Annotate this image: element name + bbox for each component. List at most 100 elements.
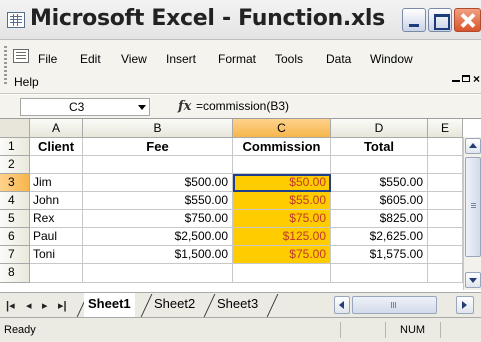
row-header-6[interactable]: 6 bbox=[0, 228, 30, 246]
cell-d7[interactable]: $1,575.00 bbox=[331, 246, 428, 264]
cell-d1[interactable]: Total bbox=[331, 138, 428, 156]
menu-data[interactable]: Data bbox=[326, 52, 351, 66]
cell-b6[interactable]: $2,500.00 bbox=[83, 228, 233, 246]
status-divider bbox=[385, 322, 386, 338]
status-bar: Ready NUM bbox=[0, 318, 481, 342]
menu-edit[interactable]: Edit bbox=[80, 52, 101, 66]
row-header-8[interactable]: 8 bbox=[0, 264, 30, 283]
column-header-b[interactable]: B bbox=[83, 119, 233, 138]
cell-d2[interactable] bbox=[331, 156, 428, 174]
row-header-5[interactable]: 5 bbox=[0, 210, 30, 228]
cell-b7[interactable]: $1,500.00 bbox=[83, 246, 233, 264]
menu-file[interactable]: File bbox=[38, 52, 57, 66]
insert-function-icon[interactable]: fx bbox=[178, 99, 191, 114]
column-header-d[interactable]: D bbox=[331, 119, 428, 138]
prev-sheet-icon[interactable]: ◂ bbox=[26, 299, 32, 312]
cell-c3-active[interactable]: $50.00 bbox=[233, 174, 331, 192]
cell-a3[interactable]: Jim bbox=[30, 174, 83, 192]
horizontal-scroll-thumb[interactable] bbox=[352, 296, 437, 314]
cell-a8[interactable] bbox=[30, 264, 83, 283]
close-button[interactable] bbox=[454, 8, 481, 32]
window-title: Microsoft Excel - Function.xls bbox=[30, 6, 385, 31]
tab-sheet3[interactable]: Sheet3 bbox=[213, 293, 262, 317]
cell-c6[interactable]: $125.00 bbox=[233, 228, 331, 246]
cell-e3[interactable] bbox=[428, 174, 463, 192]
horizontal-scrollbar[interactable] bbox=[334, 296, 474, 314]
cell-c2[interactable] bbox=[233, 156, 331, 174]
cell-e7[interactable] bbox=[428, 246, 463, 264]
column-header-a[interactable]: A bbox=[30, 119, 83, 138]
cell-b1[interactable]: Fee bbox=[83, 138, 233, 156]
cell-b5[interactable]: $750.00 bbox=[83, 210, 233, 228]
cell-e4[interactable] bbox=[428, 192, 463, 210]
workbook-minimize-icon[interactable] bbox=[452, 80, 460, 82]
menu-tools[interactable]: Tools bbox=[275, 52, 303, 66]
row-header-7[interactable]: 7 bbox=[0, 246, 30, 264]
cell-a2[interactable] bbox=[30, 156, 83, 174]
cell-e6[interactable] bbox=[428, 228, 463, 246]
cell-e5[interactable] bbox=[428, 210, 463, 228]
cell-d5[interactable]: $825.00 bbox=[331, 210, 428, 228]
cell-c1[interactable]: Commission bbox=[233, 138, 331, 156]
tab-sheet1[interactable]: Sheet1 bbox=[84, 293, 135, 317]
column-header-c[interactable]: C bbox=[233, 119, 331, 138]
cell-a6[interactable]: Paul bbox=[30, 228, 83, 246]
menu-insert[interactable]: Insert bbox=[166, 52, 196, 66]
workbook-icon[interactable] bbox=[13, 49, 29, 63]
title-bar: Microsoft Excel - Function.xls bbox=[0, 0, 481, 40]
scroll-up-arrow-icon[interactable] bbox=[465, 138, 481, 154]
vertical-scrollbar[interactable] bbox=[463, 137, 481, 290]
cell-b8[interactable] bbox=[83, 264, 233, 283]
column-header-e[interactable]: E bbox=[428, 119, 463, 138]
menu-help[interactable]: Help bbox=[14, 75, 39, 89]
menu-view[interactable]: View bbox=[121, 52, 147, 66]
scroll-right-arrow-icon[interactable] bbox=[456, 296, 474, 314]
name-box[interactable]: C3 bbox=[20, 98, 150, 116]
menu-window[interactable]: Window bbox=[370, 52, 413, 66]
cell-e1[interactable] bbox=[428, 138, 463, 156]
workbook-restore-icon[interactable] bbox=[462, 75, 470, 82]
cell-e8[interactable] bbox=[428, 264, 463, 283]
formula-input[interactable]: =commission(B3) bbox=[196, 99, 289, 113]
cell-a1[interactable]: Client bbox=[30, 138, 83, 156]
name-box-dropdown-icon[interactable] bbox=[138, 105, 146, 110]
cell-c5[interactable]: $75.00 bbox=[233, 210, 331, 228]
cell-a5[interactable]: Rex bbox=[30, 210, 83, 228]
first-sheet-icon[interactable]: |◂ bbox=[6, 299, 15, 312]
cell-d4[interactable]: $605.00 bbox=[331, 192, 428, 210]
formula-bar: C3 fx =commission(B3) bbox=[0, 95, 481, 119]
row-header-4[interactable]: 4 bbox=[0, 192, 30, 210]
workbook-close-icon[interactable]: × bbox=[473, 72, 480, 86]
menu-format[interactable]: Format bbox=[218, 52, 256, 66]
excel-app-icon[interactable] bbox=[7, 12, 25, 28]
toolbar-grip-icon[interactable] bbox=[4, 46, 7, 86]
status-divider bbox=[440, 322, 441, 338]
status-divider bbox=[340, 322, 341, 338]
cell-b4[interactable]: $550.00 bbox=[83, 192, 233, 210]
row-header-3[interactable]: 3 bbox=[0, 174, 30, 192]
last-sheet-icon[interactable]: ▸| bbox=[58, 299, 67, 312]
scroll-down-arrow-icon[interactable] bbox=[465, 272, 481, 288]
row-header-2[interactable]: 2 bbox=[0, 156, 30, 174]
cell-c4[interactable]: $55.00 bbox=[233, 192, 331, 210]
select-all-corner[interactable] bbox=[0, 119, 30, 138]
cell-d6[interactable]: $2,625.00 bbox=[331, 228, 428, 246]
cell-e2[interactable] bbox=[428, 156, 463, 174]
cell-c8[interactable] bbox=[233, 264, 331, 283]
tab-sheet2[interactable]: Sheet2 bbox=[150, 293, 199, 317]
cell-c7[interactable]: $75.00 bbox=[233, 246, 331, 264]
status-num-lock: NUM bbox=[400, 324, 426, 336]
next-sheet-icon[interactable]: ▸ bbox=[42, 299, 48, 312]
vertical-scroll-thumb[interactable] bbox=[465, 157, 481, 257]
cell-d3[interactable]: $550.00 bbox=[331, 174, 428, 192]
minimize-button[interactable] bbox=[402, 8, 426, 32]
row-header-1[interactable]: 1 bbox=[0, 138, 30, 156]
cell-b2[interactable] bbox=[83, 156, 233, 174]
maximize-button[interactable] bbox=[428, 8, 452, 32]
cell-b3[interactable]: $500.00 bbox=[83, 174, 233, 192]
sheet-tab-bar: |◂ ◂ ▸ ▸| Sheet1 Sheet2 Sheet3 bbox=[0, 292, 481, 318]
cell-a7[interactable]: Toni bbox=[30, 246, 83, 264]
scroll-left-arrow-icon[interactable] bbox=[334, 296, 350, 314]
cell-d8[interactable] bbox=[331, 264, 428, 283]
cell-a4[interactable]: John bbox=[30, 192, 83, 210]
